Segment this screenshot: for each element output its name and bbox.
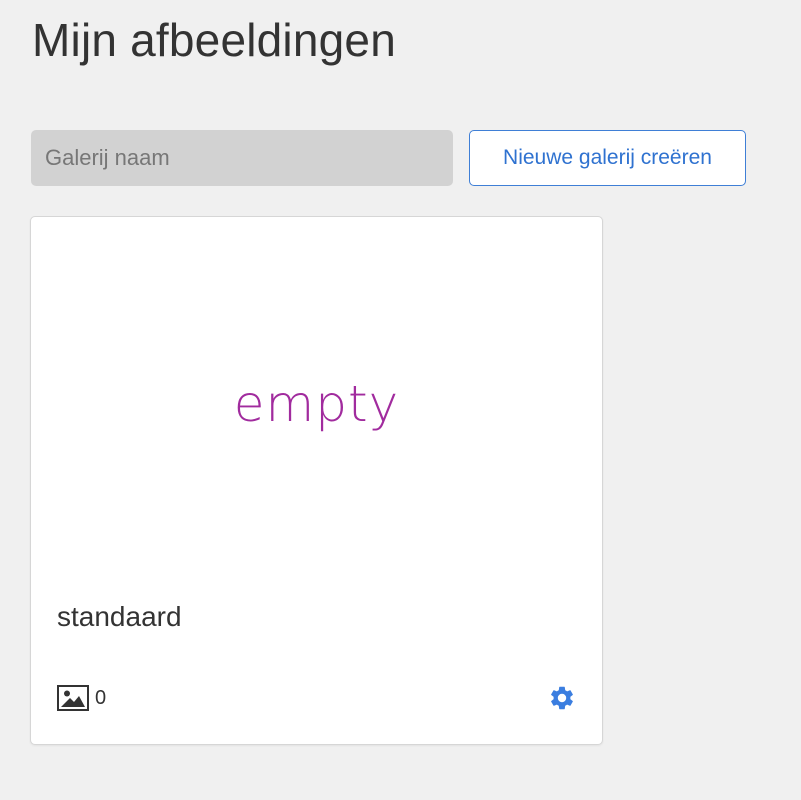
empty-placeholder-text: empty	[233, 375, 400, 433]
gallery-toolbar: Nieuwe galerij creëren	[31, 130, 751, 186]
gallery-card: empty standaard 0	[30, 216, 603, 745]
image-count: 0	[57, 683, 106, 713]
page-title: Mijn afbeeldingen	[32, 14, 396, 66]
gear-icon	[548, 684, 576, 712]
gallery-name-input[interactable]	[31, 130, 453, 186]
gallery-settings-button[interactable]	[547, 683, 577, 713]
image-icon	[57, 685, 89, 711]
image-count-value: 0	[95, 686, 107, 709]
gallery-thumbnail[interactable]: empty	[31, 217, 602, 587]
create-gallery-button[interactable]: Nieuwe galerij creëren	[469, 130, 746, 186]
gallery-card-footer: 0	[57, 683, 573, 713]
gallery-name: standaard	[57, 601, 182, 632]
